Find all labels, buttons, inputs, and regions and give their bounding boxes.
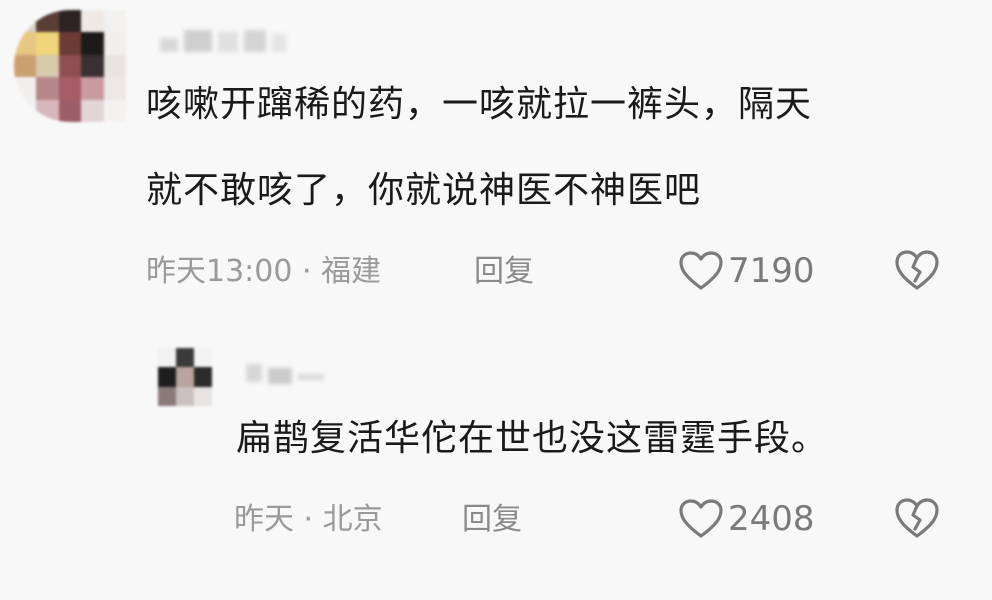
reply-like-button[interactable]: 2408 [678,498,815,540]
reply-dislike-button[interactable] [894,496,940,544]
heart-outline-icon [678,250,724,292]
reply-meta: 昨天 · 北京 [234,502,383,537]
username-obscured[interactable] [160,30,286,52]
comment-text-line1: 咳嗽开蹿稀的药，一咳就拉一裤头，隔天 [146,84,813,125]
reply-like-count: 2408 [728,499,815,539]
like-button[interactable]: 7190 [678,250,815,292]
comment-meta: 昨天13:00 · 福建 [146,254,382,289]
avatar[interactable] [14,10,126,122]
reply-text-line: 扁鹊复活华佗在世也没这雷霆手段。 [236,418,829,459]
like-count: 7190 [728,251,815,291]
broken-heart-icon [894,498,940,544]
reply-username-obscured[interactable] [246,364,324,384]
reply-text: 扁鹊复活华佗在世也没这雷霆手段。 [236,396,936,482]
reply-button[interactable]: 回复 [474,252,534,292]
dislike-button[interactable] [894,248,940,296]
heart-outline-icon [678,498,724,540]
reply-avatar[interactable] [158,348,212,406]
comment-thread: 咳嗽开蹿稀的药，一咳就拉一裤头，隔天 就不敢咳了，你就说神医不神医吧 昨天13:… [0,0,992,600]
reply-reply-button[interactable]: 回复 [462,500,522,540]
comment-text: 咳嗽开蹿稀的药，一咳就拉一裤头，隔天 就不敢咳了，你就说神医不神医吧 [146,62,946,234]
comment-text-line2: 就不敢咳了，你就说神医不神医吧 [146,170,702,211]
broken-heart-icon [894,250,940,296]
